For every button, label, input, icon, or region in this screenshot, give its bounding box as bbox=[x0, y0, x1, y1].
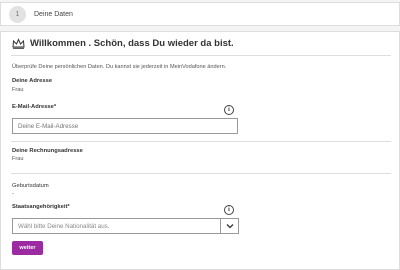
welcome-title: Willkommen . Schön, dass Du wieder da bi… bbox=[30, 38, 234, 49]
nationality-placeholder: Wähl bitte Deine Nationalität aus. bbox=[18, 222, 110, 230]
step-header[interactable]: 1 Deine Daten bbox=[0, 2, 400, 26]
divider bbox=[11, 173, 391, 174]
info-icon[interactable]: i bbox=[224, 205, 234, 215]
billing-address-label: Deine Rechnungsadresse bbox=[12, 148, 83, 154]
intro-text: Überprüfe Deine persönlichen Daten. Du k… bbox=[12, 64, 227, 70]
birthdate-value: - bbox=[12, 191, 14, 197]
nationality-select[interactable]: Wähl bitte Deine Nationalität aus. bbox=[12, 218, 239, 234]
chevron-down-icon[interactable] bbox=[221, 219, 238, 233]
nationality-label: Staatsangehörigkeit* bbox=[12, 204, 70, 210]
crown-icon bbox=[12, 38, 25, 49]
address-value: Frau bbox=[12, 87, 24, 93]
address-label: Deine Adresse bbox=[12, 78, 53, 84]
step-number: 1 bbox=[9, 5, 26, 23]
divider bbox=[11, 55, 391, 56]
email-input[interactable] bbox=[12, 118, 238, 134]
divider bbox=[11, 141, 391, 142]
personal-data-card: Willkommen . Schön, dass Du wieder da bi… bbox=[0, 31, 400, 270]
info-icon[interactable]: i bbox=[224, 105, 234, 115]
birthdate-label: Geburtsdatum bbox=[12, 183, 49, 189]
continue-button[interactable]: weiter bbox=[12, 241, 43, 255]
welcome-heading: Willkommen . Schön, dass Du wieder da bi… bbox=[12, 38, 234, 49]
billing-address-value: Frau bbox=[12, 156, 24, 162]
step-label: Deine Daten bbox=[34, 10, 73, 18]
email-label: E-Mail-Adresse* bbox=[12, 104, 57, 110]
